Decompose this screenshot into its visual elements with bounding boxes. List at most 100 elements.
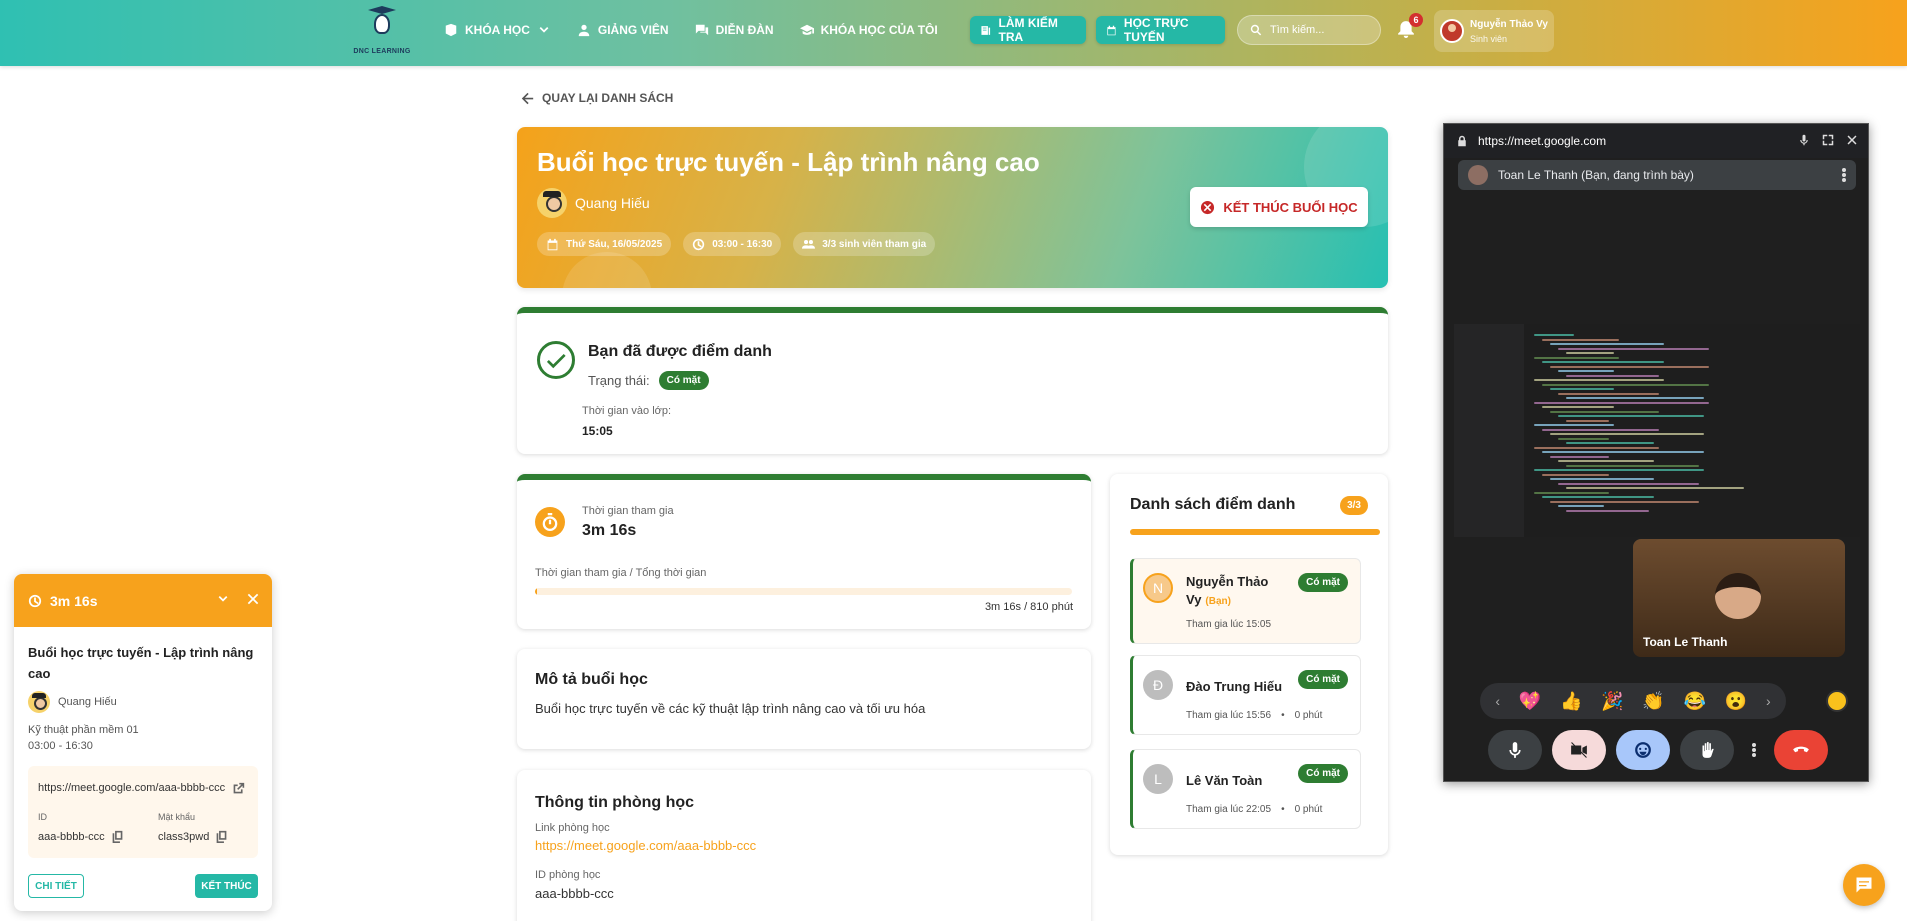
nav-courses[interactable]: KHÓA HỌC (444, 23, 551, 37)
code-line (1542, 338, 1619, 341)
code-line (1550, 500, 1699, 503)
mic-icon (1509, 742, 1521, 758)
code-line (1558, 347, 1709, 350)
room-info-card: Thông tin phòng học Link phòng học https… (517, 770, 1091, 921)
chevron-down-icon[interactable] (216, 592, 230, 606)
end-button[interactable]: KẾT THÚC (195, 874, 258, 898)
book-icon (445, 23, 457, 37)
page-title: Buổi học trực tuyến - Lập trình nâng cao (537, 147, 1040, 177)
notification-button[interactable]: 6 (1397, 13, 1423, 38)
nav-my-courses-label: KHÓA HỌC CỦA TÔI (820, 23, 938, 37)
search-icon (1250, 24, 1262, 36)
more-options-button[interactable] (1744, 730, 1764, 770)
detail-button[interactable]: CHI TIẾT (28, 874, 84, 898)
open-external-icon[interactable] (232, 782, 245, 795)
status-badge: Có mặt (658, 371, 709, 390)
student-name: Lê Văn Toàn (1186, 773, 1263, 788)
leave-call-button[interactable] (1774, 730, 1828, 770)
code-line (1534, 469, 1704, 471)
mini-pw: class3pwd (158, 830, 228, 843)
duration-card: Thời gian tham gia 3m 16s Thời gian tham… (517, 474, 1091, 629)
editor-sidebar (1454, 324, 1524, 537)
copy-icon[interactable] (111, 830, 124, 843)
code-line (1566, 509, 1649, 512)
code-line (1534, 491, 1609, 494)
list-item: L Lê Văn Toàn Có mặt Tham gia lúc 22:05 •… (1130, 749, 1361, 829)
student-status: Có mặt (1298, 572, 1348, 592)
copy-icon[interactable] (215, 830, 228, 843)
reaction-clap[interactable]: 👏 (1642, 691, 1664, 712)
back-link[interactable]: QUAY LẠI DANH SÁCH (521, 91, 673, 105)
participants-chip: 3/3 sinh viên tham gia (793, 232, 936, 256)
code-line (1542, 428, 1659, 431)
end-session-button[interactable]: KẾT THÚC BUỔI HỌC (1190, 187, 1368, 227)
top-navbar: DNC LEARNING KHÓA HỌC GIẢNG VIÊN DIỄN ĐÀ… (0, 0, 1907, 66)
user-menu[interactable]: Nguyễn Thảo Vy Sinh viên (1434, 10, 1554, 52)
nav-my-courses[interactable]: KHÓA HỌC CỦA TÔI (799, 23, 938, 37)
graduation-cap-icon (799, 24, 814, 35)
nav-teachers[interactable]: GIẢNG VIÊN (577, 23, 669, 37)
description-card: Mô tả buổi học Buổi học trực tuyến về cá… (517, 649, 1091, 749)
mini-session-panel: 3m 16s Buổi học trực tuyến - Lập trình n… (14, 574, 272, 911)
duration-value: 3m 16s (582, 522, 637, 539)
emoji-icon (1635, 742, 1651, 758)
code-line (1542, 406, 1614, 408)
join-time: Tham gia lúc 15:56 • 0 phút (1186, 710, 1323, 721)
mini-title: Buổi học trực tuyến - Lập trình nâng cao (28, 645, 254, 681)
reaction-party[interactable]: 🎉 (1601, 691, 1623, 712)
reaction-surprised[interactable]: 😮 (1725, 691, 1747, 712)
chat-icon (1856, 877, 1872, 893)
code-line (1558, 392, 1659, 395)
avatar: Đ (1143, 670, 1173, 700)
code-line (1534, 446, 1659, 449)
meet-popup-window[interactable]: https://meet.google.com Toan Le Thanh (B… (1443, 123, 1869, 782)
chat-button[interactable] (1843, 864, 1885, 906)
hand-icon (1702, 742, 1714, 758)
code-line (1558, 415, 1704, 417)
mini-timer: 3m 16s (50, 592, 98, 609)
skin-tone-button[interactable] (1826, 690, 1848, 712)
cancel-icon (1201, 200, 1215, 214)
reaction-laugh[interactable]: 😂 (1684, 691, 1706, 712)
avatar: L (1143, 764, 1173, 794)
logo[interactable]: DNC LEARNING (352, 4, 412, 58)
attendance-progress (1130, 529, 1380, 535)
mini-course: Kỹ thuật phần mềm 01 (28, 724, 139, 736)
chevron-right-icon[interactable]: › (1766, 693, 1771, 709)
code-line (1550, 365, 1709, 368)
reaction-heart[interactable]: 💖 (1519, 691, 1541, 712)
mini-pw-value: class3pwd (158, 830, 210, 843)
code-line (1550, 388, 1614, 390)
online-class-button[interactable]: HỌC TRỰC TUYẾN (1096, 16, 1225, 44)
person-icon (578, 24, 590, 37)
close-icon[interactable] (1846, 134, 1858, 146)
teacher-avatar (28, 691, 50, 713)
take-test-button[interactable]: LÀM KIỂM TRA (970, 16, 1086, 44)
progress-bar (535, 588, 1072, 595)
nav-forum[interactable]: DIỄN ĐÀN (695, 23, 774, 37)
clock-icon (693, 238, 705, 250)
mini-link[interactable]: https://meet.google.com/aaa-bbbb-ccc (38, 782, 228, 794)
date-text: Thứ Sáu, 16/05/2025 (566, 238, 663, 250)
reaction-bar: ‹ 💖 👍 🎉 👏 😂 😮 › (1480, 683, 1786, 719)
code-line (1542, 496, 1654, 498)
duration-label: Thời gian tham gia (582, 505, 674, 517)
back-label: QUAY LẠI DANH SÁCH (542, 91, 674, 105)
expand-icon[interactable] (1822, 134, 1834, 146)
room-link[interactable]: https://meet.google.com/aaa-bbbb-ccc (535, 838, 756, 853)
raise-hand-button[interactable] (1680, 730, 1734, 770)
emoji-button[interactable] (1616, 730, 1670, 770)
chevron-left-icon[interactable]: ‹ (1495, 693, 1500, 709)
camera-off-button[interactable] (1552, 730, 1606, 770)
mini-teacher: Quang Hiếu (28, 691, 117, 713)
search-input[interactable]: Tìm kiếm... (1237, 15, 1381, 45)
more-vert-icon[interactable] (1842, 168, 1846, 182)
join-time-text: Tham gia lúc 22:05 (1186, 804, 1272, 815)
mic-button[interactable] (1488, 730, 1542, 770)
code-line (1550, 410, 1659, 413)
mic-icon[interactable] (1798, 134, 1810, 146)
close-icon[interactable] (246, 592, 260, 606)
reaction-thumbs-up[interactable]: 👍 (1560, 691, 1582, 712)
nav-forum-label: DIỄN ĐÀN (715, 23, 774, 37)
meet-window-controls (1798, 134, 1858, 146)
